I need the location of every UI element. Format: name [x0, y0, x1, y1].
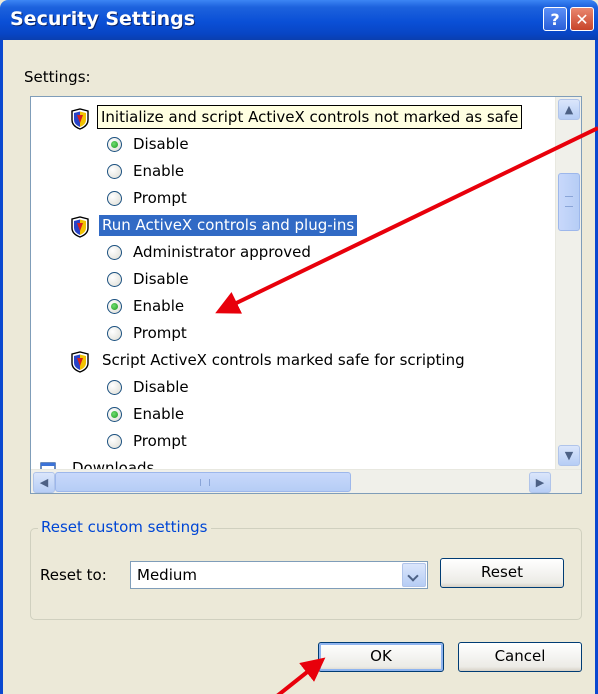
option-label: Disable: [133, 135, 189, 153]
settings-list-content: Initialize and script ActiveX controls n…: [31, 97, 555, 469]
radio-button[interactable]: [107, 191, 122, 206]
ok-button[interactable]: OK: [318, 642, 444, 672]
title-bar: Security Settings ? ✕: [0, 0, 598, 40]
horizontal-scroll-thumb[interactable]: [55, 472, 351, 492]
security-shield-icon: [71, 216, 89, 238]
category-label: Initialize and script ActiveX controls n…: [97, 105, 523, 129]
category-label: Run ActiveX controls and plug-ins: [99, 215, 358, 236]
vertical-scrollbar[interactable]: ▲ ▼: [555, 97, 581, 469]
horizontal-scrollbar[interactable]: ◀ ▶: [31, 469, 581, 493]
scroll-right-icon[interactable]: ▶: [529, 472, 551, 493]
reset-to-label: Reset to:: [40, 566, 107, 584]
radio-button[interactable]: [107, 407, 122, 422]
selected-level: Medium: [137, 566, 197, 584]
close-button[interactable]: ✕: [570, 7, 594, 31]
radio-button[interactable]: [107, 137, 122, 152]
option-label: Disable: [133, 378, 189, 396]
radio-button[interactable]: [107, 299, 122, 314]
reset-group-title: Reset custom settings: [38, 518, 211, 536]
radio-button[interactable]: [107, 245, 122, 260]
option-label: Enable: [133, 405, 185, 423]
option-label: Administrator approved: [133, 243, 311, 261]
radio-button[interactable]: [107, 434, 122, 449]
security-shield-icon: [71, 108, 89, 130]
category-label: Downloads: [72, 459, 155, 469]
settings-list[interactable]: Initialize and script ActiveX controls n…: [30, 96, 582, 494]
category-label: Script ActiveX controls marked safe for …: [102, 351, 465, 369]
downloads-icon: [40, 462, 56, 469]
vertical-scroll-thumb[interactable]: [558, 173, 580, 231]
radio-button[interactable]: [107, 164, 122, 179]
window-frame-left: [0, 40, 3, 694]
annotation-arrow-ok: [276, 657, 326, 694]
cancel-button[interactable]: Cancel: [458, 642, 582, 672]
window-title: Security Settings: [10, 8, 196, 30]
option-label: Prompt: [133, 189, 187, 207]
scroll-left-icon[interactable]: ◀: [33, 472, 55, 493]
option-label: Prompt: [133, 324, 187, 342]
option-label: Disable: [133, 270, 189, 288]
radio-button[interactable]: [107, 380, 122, 395]
security-shield-icon: [71, 351, 89, 373]
security-level-select[interactable]: Medium: [130, 561, 428, 589]
radio-button[interactable]: [107, 326, 122, 341]
radio-button[interactable]: [107, 272, 122, 287]
settings-label: Settings:: [24, 68, 91, 86]
option-label: Enable: [133, 297, 185, 315]
help-button[interactable]: ?: [543, 7, 567, 31]
chevron-down-icon[interactable]: [402, 563, 426, 587]
reset-button[interactable]: Reset: [440, 558, 564, 588]
option-label: Prompt: [133, 432, 187, 450]
scroll-up-icon[interactable]: ▲: [558, 99, 580, 120]
option-label: Enable: [133, 162, 185, 180]
scroll-down-icon[interactable]: ▼: [558, 445, 580, 466]
